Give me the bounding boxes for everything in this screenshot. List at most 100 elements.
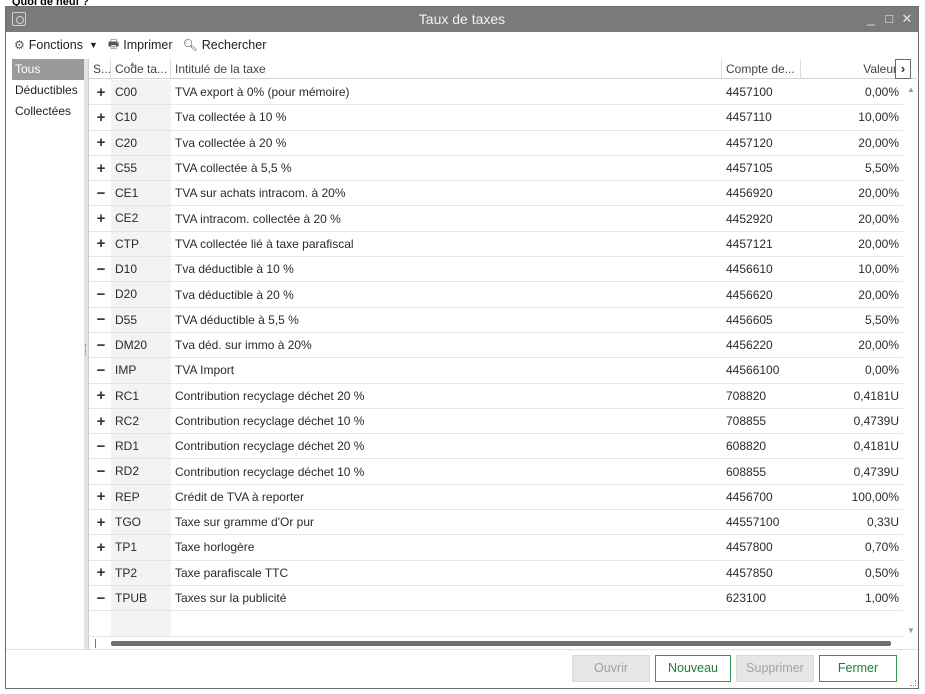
row-valeur: 1,00% xyxy=(864,591,899,606)
row-compte: 623100 xyxy=(726,591,767,606)
row-sign-icon: + xyxy=(96,235,106,253)
row-intitule: Contribution recyclage déchet 10 % xyxy=(175,414,365,428)
window-controls: _ □ ✕ xyxy=(864,10,914,28)
row-code: C00 xyxy=(111,80,171,105)
horizontal-scroll-thumb[interactable] xyxy=(111,641,891,646)
table-row[interactable]: − RD1 Contribution recyclage déchet 20 % 60… xyxy=(89,434,903,460)
row-code: RC2 xyxy=(111,408,171,434)
chevron-right-icon[interactable]: › xyxy=(895,59,911,79)
column-header-valeur[interactable]: Valeur xyxy=(801,59,901,79)
table-row[interactable]: − IMP TVA Import 44566100 0,00% xyxy=(89,358,903,384)
table-row[interactable]: + RC1 Contribution recyclage déchet 20 % 70… xyxy=(89,383,903,409)
close-button[interactable]: ✕ xyxy=(900,10,914,28)
row-valeur: 20,00% xyxy=(858,211,899,226)
rechercher-button[interactable]: 🔍︎ Rechercher xyxy=(183,38,267,52)
column-header-code[interactable]: ▲ Code ta... xyxy=(111,59,171,79)
table-row[interactable]: + CTP TVA collectée lié à taxe parafiscal 4… xyxy=(89,231,903,258)
sidebar-item-tous[interactable]: Tous xyxy=(12,59,84,80)
row-compte: 4456920 xyxy=(726,186,773,201)
row-compte: 44566100 xyxy=(726,363,780,378)
ouvrir-button[interactable]: Ouvrir xyxy=(572,655,650,682)
table-body: + C00 TVA export à 0% (pour mémoire) 445710… xyxy=(89,80,903,637)
row-intitule: Taxes sur la publicité xyxy=(175,591,287,606)
row-sign-icon: + xyxy=(96,513,106,531)
row-code: D20 xyxy=(111,282,171,307)
maximize-button[interactable]: □ xyxy=(882,10,896,28)
row-intitule: Taxe horlogère xyxy=(175,540,255,555)
scroll-up-icon[interactable]: ▲ xyxy=(907,85,915,94)
row-code: RC1 xyxy=(111,383,171,408)
table-row[interactable]: + C20 Tva collectée à 20 % 4457120 20,00% xyxy=(89,130,903,156)
sort-asc-icon: ▲ xyxy=(129,61,136,68)
minimize-button[interactable]: _ xyxy=(864,10,878,28)
row-compte: 4456620 xyxy=(726,287,773,302)
row-compte: 4457120 xyxy=(726,135,773,150)
row-intitule: Tva déductible à 10 % xyxy=(175,262,294,277)
table-row[interactable]: + C00 TVA export à 0% (pour mémoire) 445710… xyxy=(89,80,903,106)
table-row[interactable]: + RC2 Contribution recyclage déchet 10 % 70… xyxy=(89,408,903,435)
column-header-sign[interactable]: S... xyxy=(89,59,111,79)
table-row[interactable]: − D20 Tva déductible à 20 % 4456620 20,00% xyxy=(89,282,903,308)
sidebar-item-collectees[interactable]: Collectées xyxy=(12,101,84,122)
row-valeur: 20,00% xyxy=(858,186,899,201)
row-code: TGO xyxy=(111,510,171,535)
row-valeur: 20,00% xyxy=(858,338,899,353)
row-sign-icon: − xyxy=(96,286,106,304)
printer-icon: 🖶 xyxy=(107,36,120,51)
dialog-footer: Ouvrir Nouveau Supprimer Fermer xyxy=(6,649,918,688)
fermer-button[interactable]: Fermer xyxy=(819,655,897,682)
row-compte: 608820 xyxy=(726,439,767,454)
horizontal-scrollbar[interactable] xyxy=(93,637,903,649)
row-intitule: Tva déd. sur immo à 20% xyxy=(175,338,312,353)
fonctions-menu-button[interactable]: ⚙ Fonctions ▼ xyxy=(14,38,98,52)
row-sign-icon: + xyxy=(96,159,106,177)
row-sign-icon: + xyxy=(96,83,106,101)
table-row[interactable]: + C55 TVA collectée à 5,5 % 4457105 5,50% xyxy=(89,155,903,182)
table-row[interactable]: − DM20 Tva déd. sur immo à 20% 4456220 20,00… xyxy=(89,332,903,359)
table-row[interactable]: − RD2 Contribution recyclage déchet 10 % 60… xyxy=(89,459,903,485)
column-header-intitule[interactable]: Intitulé de la taxe xyxy=(171,59,722,79)
row-code: IMP xyxy=(111,358,171,383)
table-header: S... ▲ Code ta... Intitulé de la taxe Co… xyxy=(89,59,919,79)
nouveau-button[interactable]: Nouveau xyxy=(655,655,731,682)
row-sign-icon: − xyxy=(96,184,106,202)
table-row[interactable]: + TP1 Taxe horlogère 4457800 0,70% xyxy=(89,535,903,561)
title-bar[interactable]: Taux de taxes _ □ ✕ xyxy=(6,7,918,32)
table-row[interactable]: + REP Crédit de TVA à reporter 4456700 100,0… xyxy=(89,484,903,511)
table-row[interactable]: − TPUB Taxes sur la publicité 623100 1,00% xyxy=(89,585,903,612)
row-code: RD1 xyxy=(111,434,171,459)
row-sign-icon: − xyxy=(96,260,106,278)
table-row[interactable]: + TP2 Taxe parafiscale TTC 4457850 0,50% xyxy=(89,560,903,586)
table-row[interactable]: + C10 Tva collectée à 10 % 4457110 10,00% xyxy=(89,105,903,131)
sidebar-item-deductibles[interactable]: Déductibles xyxy=(12,80,84,101)
row-valeur: 0,4181U xyxy=(853,439,899,454)
row-intitule: Taxe parafiscale TTC xyxy=(175,565,289,580)
row-valeur: 20,00% xyxy=(858,236,899,251)
scroll-down-icon[interactable]: ▼ xyxy=(907,626,915,635)
vertical-scrollbar[interactable]: ▲ ▼ xyxy=(904,80,918,640)
table-row[interactable]: − D10 Tva déductible à 10 % 4456610 10,00% xyxy=(89,257,903,283)
row-compte: 708820 xyxy=(726,388,767,403)
row-valeur: 0,70% xyxy=(864,540,899,555)
table-row[interactable]: + TGO Taxe sur gramme d'Or pur 44557100 0,33… xyxy=(89,510,903,536)
row-compte: 44557100 xyxy=(726,515,780,530)
resize-grip-icon[interactable] xyxy=(910,680,916,686)
table-row[interactable]: − CE1 TVA sur achats intracom. à 20% 445692… xyxy=(89,181,903,207)
row-compte: 4456605 xyxy=(726,312,773,327)
row-intitule: Contribution recyclage déchet 20 % xyxy=(175,388,365,403)
row-intitule: TVA sur achats intracom. à 20% xyxy=(175,186,346,201)
taxes-table: S... ▲ Code ta... Intitulé de la taxe Co… xyxy=(88,59,919,649)
row-compte: 4457100 xyxy=(726,85,773,100)
row-valeur: 5,50% xyxy=(864,161,899,176)
imprimer-button[interactable]: 🖶 Imprimer xyxy=(108,35,173,56)
row-sign-icon: + xyxy=(96,210,106,228)
table-row[interactable]: + CE2 TVA intracom. collectée à 20 % 445292… xyxy=(89,206,903,232)
row-valeur: 20,00% xyxy=(858,135,899,150)
imprimer-label: Imprimer xyxy=(123,38,173,52)
row-valeur: 0,4739U xyxy=(853,464,899,479)
supprimer-button[interactable]: Supprimer xyxy=(736,655,814,682)
table-row[interactable]: − D55 TVA déductible à 5,5 % 4456605 5,50% xyxy=(89,307,903,333)
column-header-code-label: Code ta... xyxy=(115,62,168,76)
row-code: DM20 xyxy=(111,332,171,358)
column-header-compte[interactable]: Compte de... xyxy=(722,59,801,79)
